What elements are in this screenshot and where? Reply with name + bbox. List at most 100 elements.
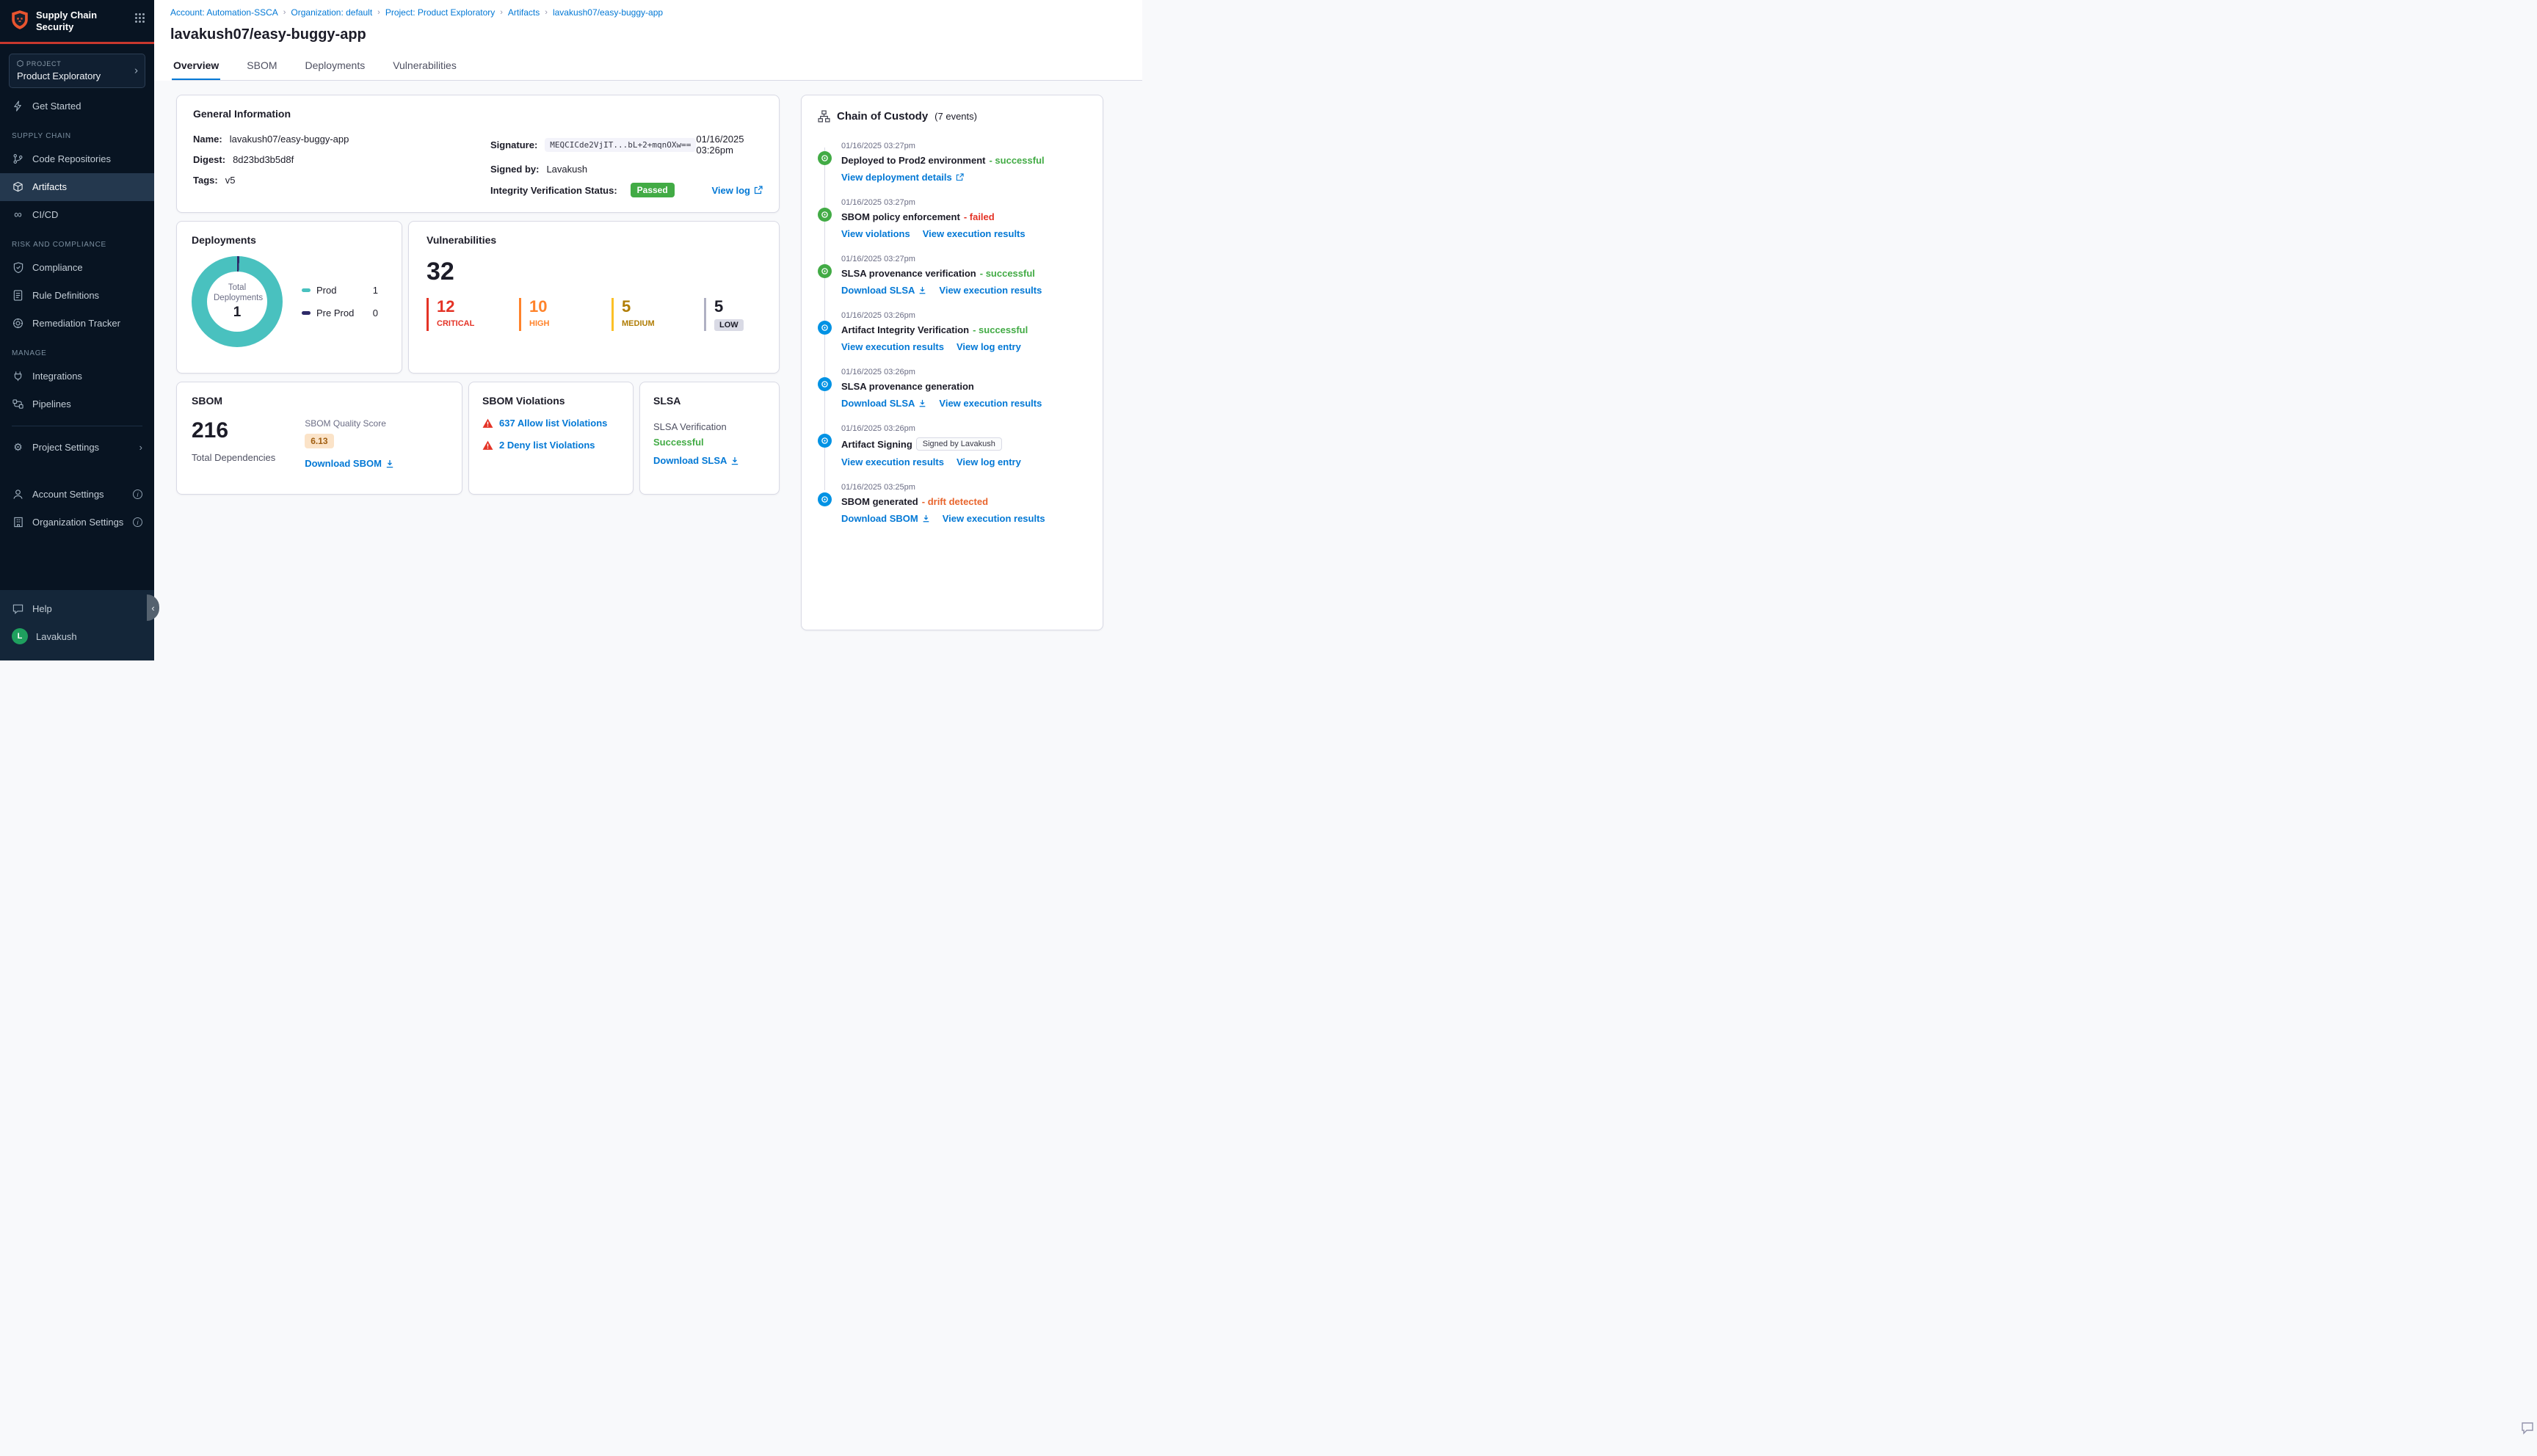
sidebar-item-account-settings[interactable]: Account Settings i <box>0 481 154 509</box>
vulnerabilities-total: 32 <box>427 258 454 285</box>
view-violations-link[interactable]: View violations <box>841 228 910 239</box>
download-icon <box>920 286 926 294</box>
hierarchy-icon <box>818 110 830 123</box>
breadcrumb-organization[interactable]: Organization: default <box>291 7 372 18</box>
sidebar-item-organization-settings[interactable]: Organization Settings i <box>0 509 154 536</box>
view-execution-results-link[interactable]: View execution results <box>939 285 1042 296</box>
sidebar-item-project-settings[interactable]: ⚙ Project Settings › <box>0 434 154 462</box>
tab-deployments[interactable]: Deployments <box>304 57 367 80</box>
tags-label: Tags: <box>193 175 218 186</box>
severity-critical: 12 CRITICAL <box>427 297 484 332</box>
section-manage: MANAGE <box>12 349 47 357</box>
card-title: SBOM <box>192 395 222 407</box>
sidebar-item-help[interactable]: Help <box>0 594 154 622</box>
event-status: - drift detected <box>921 496 989 507</box>
sidebar-item-rule-definitions[interactable]: Rule Definitions <box>0 282 154 310</box>
main-area: Account: Automation-SSCA › Organization:… <box>154 0 1142 630</box>
sbom-quality-label: SBOM Quality Score <box>305 418 386 429</box>
breadcrumb-artifacts[interactable]: Artifacts <box>508 7 540 18</box>
digest-label: Digest: <box>193 154 226 165</box>
deny-list-violations-link[interactable]: 2 Deny list Violations <box>499 440 595 451</box>
slsa-verification-status: Successful <box>653 437 704 448</box>
view-execution-results-link[interactable]: View execution results <box>939 398 1042 409</box>
signed-by-badge: Signed by Lavakush <box>915 437 1002 451</box>
user-menu[interactable]: L Lavakush <box>0 622 154 650</box>
sbom-step-icon <box>818 492 832 506</box>
timeline-event: 01/16/2025 03:25pm SBOM generated - drif… <box>818 483 1086 524</box>
event-title: Deployed to Prod2 environment <box>841 155 986 166</box>
tab-overview[interactable]: Overview <box>172 57 220 80</box>
signed-by-value: Lavakush <box>546 164 588 175</box>
view-log-label: View log <box>711 184 751 196</box>
section-supply-chain: SUPPLY CHAIN <box>12 131 71 140</box>
sidebar-item-remediation-tracker[interactable]: Remediation Tracker <box>0 310 154 338</box>
view-execution-results-link[interactable]: View execution results <box>841 341 944 352</box>
view-log-entry-link[interactable]: View log entry <box>957 456 1021 467</box>
event-title: SLSA provenance generation <box>841 381 974 392</box>
download-sbom-link[interactable]: Download SBOM <box>841 513 930 524</box>
tab-sbom[interactable]: SBOM <box>245 57 278 80</box>
sidebar-item-get-started[interactable]: Get Started <box>0 92 154 120</box>
sidebar-item-integrations[interactable]: Integrations <box>0 363 154 390</box>
sidebar-item-label: Get Started <box>32 101 81 112</box>
slsa-verification-label: SLSA Verification <box>653 421 727 432</box>
tags-value: v5 <box>225 175 236 186</box>
sidebar-item-compliance[interactable]: Compliance <box>0 254 154 282</box>
download-slsa-link[interactable]: Download SLSA <box>653 455 739 466</box>
donut-center-label: Total Deployments <box>214 283 264 302</box>
view-deployment-details-link[interactable]: View deployment details <box>841 172 964 183</box>
event-title: Artifact Signing <box>841 438 912 450</box>
sbom-quality-score: 6.13 <box>305 434 334 448</box>
generation-step-icon <box>818 377 832 391</box>
view-execution-results-link[interactable]: View execution results <box>943 513 1045 524</box>
sidebar-item-code-repositories[interactable]: Code Repositories <box>0 145 154 173</box>
tab-vulnerabilities[interactable]: Vulnerabilities <box>391 57 458 80</box>
event-status: - failed <box>963 211 995 222</box>
allow-list-violations-link[interactable]: 637 Allow list Violations <box>499 418 607 429</box>
sidebar-item-artifacts[interactable]: Artifacts <box>0 172 154 201</box>
download-slsa-link[interactable]: Download SLSA <box>841 285 926 296</box>
event-timestamp: 01/16/2025 03:26pm <box>841 424 915 433</box>
severity-label: MEDIUM <box>622 319 655 329</box>
chevron-right-icon: › <box>139 442 142 453</box>
card-title: Deployments <box>192 234 256 246</box>
breadcrumb-account[interactable]: Account: Automation-SSCA <box>170 7 278 18</box>
breadcrumb-project[interactable]: Project: Product Exploratory <box>385 7 495 18</box>
view-log-entry-link[interactable]: View log entry <box>957 341 1021 352</box>
module-grid-icon[interactable] <box>134 12 145 23</box>
sidebar-item-cicd[interactable]: ∞ CI/CD <box>0 201 154 229</box>
page-header: Account: Automation-SSCA › Organization:… <box>154 0 1142 81</box>
download-icon <box>920 399 926 407</box>
sidebar-item-label: Organization Settings <box>32 517 124 528</box>
content: General Information Name: lavakush07/eas… <box>154 81 1142 630</box>
sidebar-item-pipelines[interactable]: Pipelines <box>0 390 154 418</box>
view-execution-results-link[interactable]: View execution results <box>923 228 1026 239</box>
link-label: Download SLSA <box>841 285 915 296</box>
sbom-violations-card: SBOM Violations 637 Allow list Violation… <box>468 382 634 495</box>
timeline-event: 01/16/2025 03:27pm SBOM policy enforceme… <box>818 198 1086 239</box>
info-icon: i <box>133 489 142 499</box>
view-execution-results-link[interactable]: View execution results <box>841 456 944 467</box>
download-slsa-link[interactable]: Download SLSA <box>841 398 926 409</box>
link-label: Download SLSA <box>841 398 915 409</box>
breadcrumb-current[interactable]: lavakush07/easy-buggy-app <box>553 7 663 18</box>
project-selector[interactable]: PROJECT Product Exploratory › <box>9 53 145 88</box>
pipeline-success-icon <box>818 208 832 222</box>
severity-high: 10 HIGH <box>519 297 576 332</box>
event-timestamp: 01/16/2025 03:26pm <box>841 368 915 376</box>
event-status: - successful <box>989 155 1045 166</box>
integrity-status-label: Integrity Verification Status: <box>490 184 617 196</box>
git-branch-icon <box>12 153 24 165</box>
card-title: Vulnerabilities <box>427 234 497 246</box>
slsa-card: SLSA SLSA Verification Successful Downlo… <box>639 382 780 495</box>
sidebar-bottom: Help L Lavakush <box>0 590 154 660</box>
severity-medium: 5 MEDIUM <box>611 297 669 332</box>
support-chat-icon[interactable] <box>2520 1421 2535 1435</box>
severity-low: 5 LOW <box>704 297 761 332</box>
donut-center-value: 1 <box>233 305 242 321</box>
breadcrumb-separator: › <box>500 8 503 17</box>
download-sbom-link[interactable]: Download SBOM <box>305 458 394 469</box>
timeline-event: 01/16/2025 03:26pm SLSA provenance gener… <box>818 368 1086 409</box>
view-log-link[interactable]: View log <box>712 185 763 196</box>
target-icon <box>12 317 24 330</box>
